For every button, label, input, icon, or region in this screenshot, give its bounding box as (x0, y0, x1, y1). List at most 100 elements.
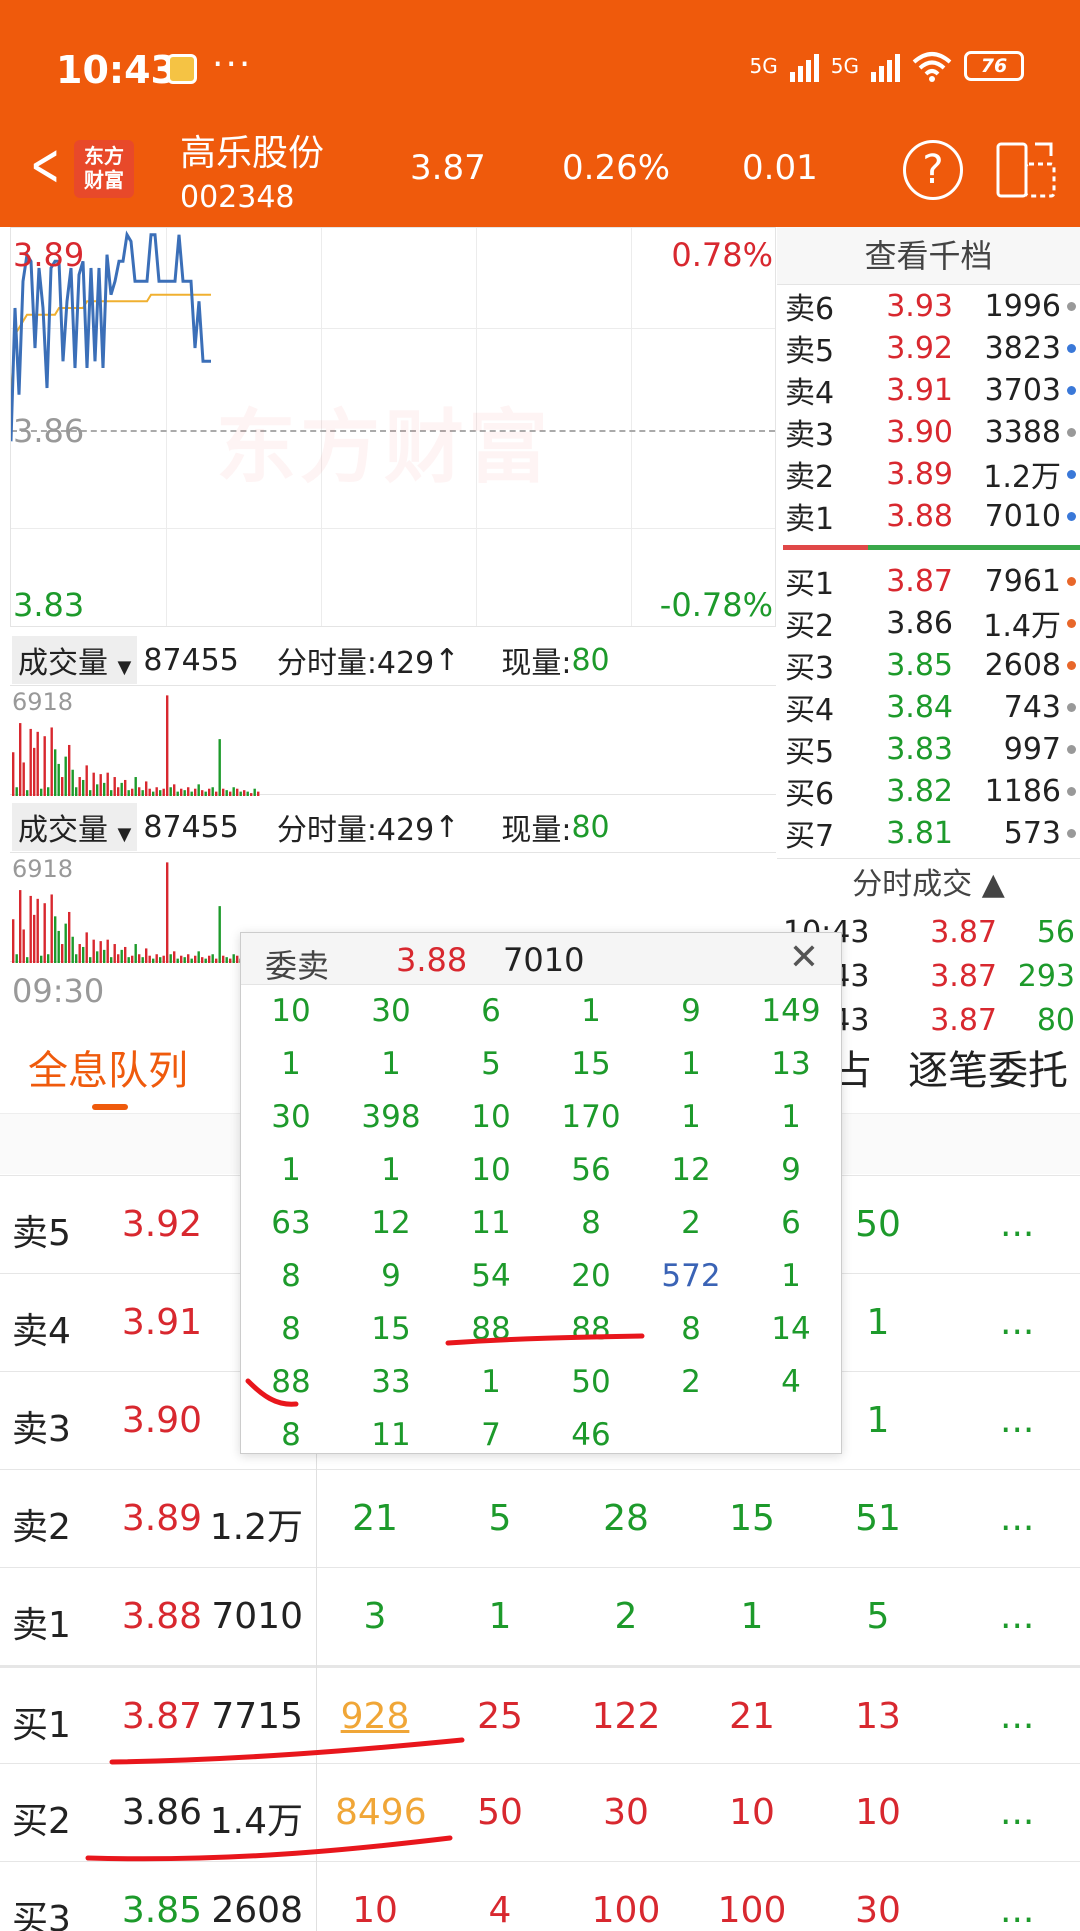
bid-level-1[interactable]: 买1 3.87 7961 (777, 560, 1080, 602)
queue-order-cell[interactable]: 10 (838, 1792, 918, 1833)
queue-order-cell[interactable]: 28 (586, 1498, 666, 1539)
intraday-chart[interactable]: 东方财富 3.89 3.86 3.83 0.78% -0.78% (10, 227, 776, 627)
queue-order-cell[interactable]: 928 (335, 1696, 415, 1737)
volume-selector[interactable]: 成交量 ▼ (12, 636, 138, 684)
help-icon[interactable]: ? (903, 140, 963, 200)
volume-bar (61, 777, 64, 796)
bid-level-3[interactable]: 买3 3.85 2608 (777, 644, 1080, 686)
popup-order-cell: 1 (781, 1258, 801, 1294)
bid-level-7[interactable]: 买7 3.81 573 (777, 812, 1080, 854)
more-icon[interactable]: ... (1000, 1400, 1034, 1441)
level-qty: 997 (1003, 731, 1061, 767)
queue-order-cell[interactable]: 21 (335, 1498, 415, 1539)
volume-selector-2[interactable]: 成交量 ▼ (12, 803, 138, 851)
volume-bar (236, 788, 239, 796)
volume-bar (124, 779, 127, 796)
tick-price: 3.87 (930, 914, 997, 950)
level-qty: 3703 (984, 372, 1061, 408)
bid-level-2[interactable]: 买2 3.86 1.4万 (777, 602, 1080, 644)
volume-bar (155, 787, 158, 796)
more-icon[interactable]: ... (1000, 1596, 1034, 1637)
volume-bar (134, 944, 137, 963)
volume-bar (159, 790, 162, 796)
more-icon[interactable]: ... (1000, 1302, 1034, 1343)
level-dot-icon (1067, 470, 1076, 479)
volume-bar (141, 957, 144, 963)
queue-order-cell[interactable]: 10 (335, 1890, 415, 1931)
queue-level-label: 买1 (12, 1705, 71, 1746)
back-arrow-icon[interactable]: < (30, 135, 60, 195)
more-icon[interactable]: ... (1000, 1792, 1034, 1833)
ask-level-1[interactable]: 卖6 3.93 1996 (777, 285, 1080, 327)
volume-bar (148, 788, 151, 796)
volume-bar (40, 955, 43, 963)
popup-qty: 7010 (503, 941, 585, 979)
chart-start-time: 09:30 (12, 972, 105, 1010)
queue-order-cell[interactable]: 21 (712, 1696, 792, 1737)
switch-screen-icon[interactable] (995, 138, 1057, 200)
view-full-depth-button[interactable]: 查看千档 (777, 227, 1080, 285)
queue-order-cell[interactable]: 5 (460, 1498, 540, 1539)
y-axis-bottom: 3.83 (13, 586, 85, 624)
more-icon[interactable]: ... (1000, 1204, 1034, 1245)
queue-order-cell[interactable]: 100 (712, 1890, 792, 1931)
popup-order-cell: 6 (481, 993, 501, 1029)
bid-level-5[interactable]: 买5 3.83 997 (777, 728, 1080, 770)
queue-order-cell[interactable]: 30 (586, 1792, 666, 1833)
queue-order-cell[interactable]: 1 (460, 1596, 540, 1637)
queue-order-cell[interactable]: 51 (838, 1498, 918, 1539)
queue-row[interactable]: 买2 3.86 1.4万 8496 50 30 10 10... (0, 1763, 1080, 1861)
popup-order-cell: 12 (371, 1205, 411, 1241)
queue-row[interactable]: 买1 3.87 7715 928 25 122 21 13... (0, 1665, 1080, 1763)
ask-level-4[interactable]: 卖3 3.90 3388 (777, 411, 1080, 453)
popup-order-grid: 10 30 6 1 9 149 1 1 5 15 1 13 30 398 10 170 1 1 1 1 10 56 12 9 6… (241, 985, 841, 1462)
queue-order-cell[interactable]: 10 (712, 1792, 792, 1833)
more-icon[interactable]: ... (1000, 1498, 1034, 1539)
queue-order-cell[interactable]: 122 (586, 1696, 666, 1737)
queue-order-cell[interactable]: 5 (838, 1596, 918, 1637)
volume-bar (19, 890, 22, 963)
level-dot-icon (1067, 386, 1076, 395)
more-icon[interactable]: ... (1000, 1890, 1034, 1931)
popup-order-cell: 11 (371, 1417, 411, 1453)
queue-order-cell[interactable]: 1 (838, 1302, 918, 1343)
ask-level-2[interactable]: 卖5 3.92 3823 (777, 327, 1080, 369)
queue-row[interactable]: 卖2 3.89 1.2万 21 5 28 15 51... (0, 1469, 1080, 1567)
y-axis-mid: 3.86 (13, 412, 85, 450)
volume-bar (218, 739, 221, 796)
popup-order-cell: 572 (661, 1258, 721, 1294)
queue-order-cell[interactable]: 13 (838, 1696, 918, 1737)
popup-order-cell: 56 (571, 1152, 611, 1188)
bid-level-6[interactable]: 买6 3.82 1186 (777, 770, 1080, 812)
queue-order-cell[interactable]: 1 (838, 1400, 918, 1441)
more-icon[interactable]: ... (1000, 1696, 1034, 1737)
queue-order-cell[interactable]: 30 (838, 1890, 918, 1931)
queue-order-cell[interactable]: 3 (335, 1596, 415, 1637)
volume-bar (148, 955, 151, 963)
order-book: 查看千档 卖6 3.93 1996 卖5 3.92 3823 卖4 3.91 3703 卖3 3.9… (777, 227, 1080, 1042)
queue-order-cell[interactable]: 4 (460, 1890, 540, 1931)
ask-level-6[interactable]: 卖1 3.88 7010 (777, 495, 1080, 537)
queue-order-cell[interactable]: 15 (712, 1498, 792, 1539)
queue-order-cell[interactable]: 2 (586, 1596, 666, 1637)
queue-order-cell[interactable]: 50 (838, 1204, 918, 1245)
volume-bar (134, 777, 137, 796)
ask-level-3[interactable]: 卖4 3.91 3703 (777, 369, 1080, 411)
tab-order-by-order[interactable]: 逐笔委托 (908, 1038, 1068, 1096)
volume-bar (68, 744, 71, 796)
bid-level-4[interactable]: 买4 3.84 743 (777, 686, 1080, 728)
ticks-toggle[interactable]: 分时成交 ▲ (777, 858, 1080, 910)
queue-order-cell[interactable]: 50 (460, 1792, 540, 1833)
queue-order-cell[interactable]: 8496 (335, 1792, 427, 1833)
tab-full-queue[interactable]: 全息队列 (28, 1038, 188, 1096)
close-icon[interactable]: ✕ (789, 937, 819, 978)
volume-bar (29, 895, 32, 963)
queue-row[interactable]: 卖1 3.88 7010 3 1 2 1 5... (0, 1567, 1080, 1665)
queue-order-cell[interactable]: 1 (712, 1596, 792, 1637)
queue-order-cell[interactable]: 100 (586, 1890, 666, 1931)
stock-code: 002348 (180, 180, 295, 215)
ask-level-5[interactable]: 卖2 3.89 1.2万 (777, 453, 1080, 495)
popup-order-cell: 8 (281, 1417, 301, 1453)
queue-order-cell[interactable]: 25 (460, 1696, 540, 1737)
queue-row[interactable]: 买3 3.85 2608 10 4 100 100 30... (0, 1861, 1080, 1931)
